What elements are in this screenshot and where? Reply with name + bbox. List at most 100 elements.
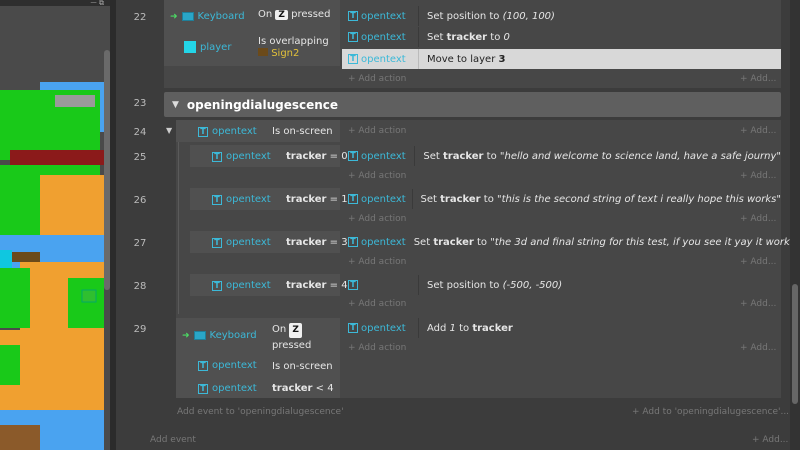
add-action-button[interactable]: + Add action — [348, 257, 406, 267]
condition-opentext[interactable]: Topentext — [212, 151, 271, 162]
condition-is-on-screen[interactable]: Is on-screen — [272, 126, 333, 137]
action-text-part: to — [455, 322, 473, 334]
action-text-part: Set — [413, 236, 434, 248]
action-text-part: Set — [420, 193, 441, 205]
text-object-icon: T — [348, 323, 358, 333]
action-text: Move to layer 3 — [427, 54, 505, 65]
text-object-icon: T — [348, 194, 358, 204]
key-badge: Z — [289, 323, 302, 338]
action-object: opentext — [361, 236, 406, 248]
text-object-icon: T — [212, 280, 222, 291]
add-action-button[interactable]: + Add action — [348, 126, 406, 136]
condition-compare-tracker[interactable]: tracker = 3 — [286, 237, 348, 248]
condition-opentext[interactable]: Topentext — [212, 194, 271, 205]
action-row[interactable]: Topentext Set position to (100, 100) — [342, 6, 781, 26]
action-text: Set tracker to "this is the second strin… — [421, 194, 782, 205]
condition-opentext[interactable]: Topentext — [198, 360, 257, 371]
condition-object: opentext — [226, 194, 271, 205]
condition-keyboard[interactable]: ➜ Keyboard — [170, 11, 245, 22]
action-row[interactable]: Topentext Add 1 to tracker — [342, 318, 781, 338]
condition-object: opentext — [226, 151, 271, 162]
row-number: 23 — [133, 98, 147, 109]
condition-compare-tracker[interactable]: tracker = 0 — [286, 151, 348, 162]
condition-opentext[interactable]: Topentext — [212, 237, 271, 248]
condition-text: On — [272, 324, 287, 335]
condition-on-key-pressed[interactable]: On Z pressed — [258, 9, 330, 20]
condition-variable: tracker — [286, 194, 327, 205]
add-menu-button[interactable]: + Add... — [740, 214, 776, 224]
text-object-icon: T — [348, 280, 358, 290]
add-menu-button[interactable]: + Add... — [740, 126, 776, 136]
add-action-button[interactable]: + Add action — [348, 171, 406, 181]
action-text-part: to — [473, 236, 491, 248]
condition-compare-tracker[interactable]: tracker = 1 — [286, 194, 348, 205]
action-variable: tracker — [442, 150, 484, 162]
add-event-to-group-button[interactable]: Add event to 'openingdialugescence' — [177, 407, 344, 417]
add-menu-button[interactable]: + Add... — [740, 171, 776, 181]
add-action-button[interactable]: + Add action — [348, 343, 406, 353]
action-object: opentext — [361, 322, 406, 334]
add-menu-button[interactable]: + Add... — [740, 257, 776, 267]
condition-text: pressed — [272, 340, 312, 351]
action-value: 3 — [498, 53, 506, 65]
add-menu-button[interactable]: + Add... — [752, 435, 788, 445]
action-text: Set tracker to "the 3d and final string … — [414, 237, 800, 248]
text-object-icon: T — [212, 151, 222, 162]
action-variable: tracker — [472, 322, 513, 334]
condition-opentext[interactable]: Topentext — [212, 280, 271, 291]
action-object: opentext — [361, 193, 406, 205]
collapse-arrow-icon[interactable]: ▼ — [166, 126, 172, 135]
keyboard-icon — [181, 12, 194, 21]
condition-object: Keyboard — [209, 330, 257, 341]
add-to-group-button[interactable]: + Add to 'openingdialugescence'... — [632, 407, 789, 417]
condition-on-key-pressed[interactable]: On Z pressed — [272, 322, 311, 353]
text-object-icon: T — [212, 194, 222, 205]
text-object-icon: T — [348, 11, 358, 21]
condition-keyboard[interactable]: ➜ Keyboard — [182, 330, 257, 341]
condition-opentext[interactable]: Topentext — [198, 383, 257, 394]
collapse-arrow-icon[interactable]: ▼ — [172, 100, 179, 110]
condition-compare-tracker[interactable]: tracker < 4 — [272, 383, 334, 394]
condition-object: opentext — [226, 237, 271, 248]
condition-variable: tracker — [286, 237, 327, 248]
text-object-icon: T — [348, 151, 358, 161]
event-group-header[interactable]: ▼ openingdialugescence — [164, 92, 781, 117]
scrollbar-thumb[interactable] — [792, 284, 798, 404]
add-menu-button[interactable]: + Add... — [740, 299, 776, 309]
text-object-icon: T — [198, 126, 208, 137]
action-row[interactable]: Topentext Set tracker to "this is the se… — [342, 189, 781, 209]
action-text: Add 1 to tracker — [427, 323, 513, 334]
condition-object: Keyboard — [197, 11, 245, 22]
action-value: "this is the second string of text i rea… — [497, 193, 781, 205]
add-menu-button[interactable]: + Add... — [740, 74, 776, 84]
add-menu-button[interactable]: + Add... — [740, 343, 776, 353]
add-action-button[interactable]: + Add action — [348, 74, 406, 84]
action-text: Set tracker to "hello and welcome to sci… — [423, 151, 781, 162]
action-value: "the 3d and final string for this test, … — [490, 236, 800, 248]
condition-compare-tracker[interactable]: tracker = 4 — [286, 280, 348, 291]
add-event-button[interactable]: Add event — [150, 435, 196, 445]
text-object-icon: T — [198, 360, 208, 371]
action-text-part: Set position to — [427, 279, 503, 291]
action-row[interactable]: T Set position to (-500, -500) — [342, 275, 781, 295]
add-action-button[interactable]: + Add action — [348, 299, 406, 309]
row-number: 29 — [133, 324, 147, 335]
action-row[interactable]: Topentext Set tracker to 0 — [342, 27, 781, 47]
action-row[interactable]: Topentext Set tracker to "the 3d and fin… — [342, 232, 800, 252]
action-row-selected[interactable]: Topentext Move to layer 3 — [342, 49, 781, 69]
add-action-button[interactable]: + Add action — [348, 214, 406, 224]
action-value: "hello and welcome to science land, have… — [499, 150, 781, 162]
row-number: 24 — [133, 127, 147, 138]
game-map[interactable] — [0, 0, 104, 450]
row-number: 28 — [133, 281, 147, 292]
condition-opentext[interactable]: Topentext — [198, 126, 257, 137]
condition-object: opentext — [212, 360, 257, 371]
text-object-icon: T — [198, 383, 208, 394]
event-sheet-scrollbar[interactable] — [790, 0, 800, 450]
condition-is-overlapping[interactable]: Is overlapping Sign2 — [258, 36, 329, 60]
layout-view[interactable]: ㅡ ⧉ — [0, 0, 110, 450]
condition-player[interactable]: player — [184, 41, 231, 53]
condition-is-on-screen[interactable]: Is on-screen — [272, 361, 333, 372]
condition-object: opentext — [212, 126, 257, 137]
action-row[interactable]: Topentext Set tracker to "hello and welc… — [342, 146, 781, 166]
